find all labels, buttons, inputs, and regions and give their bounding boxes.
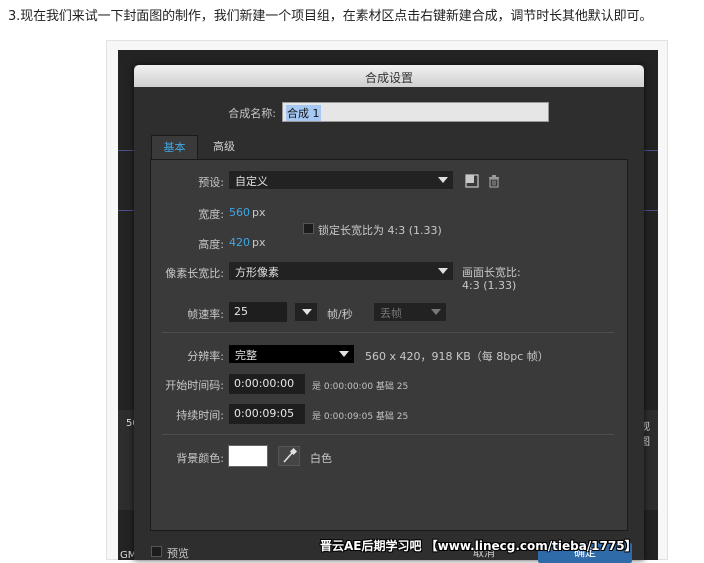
start-timecode-label: 开始时间码: <box>165 379 224 392</box>
fps-dropdown[interactable] <box>295 303 317 321</box>
bg-color-label: 背景颜色: <box>176 452 224 465</box>
dialog-titlebar[interactable]: 合成设置 <box>134 65 644 87</box>
chevron-down-icon <box>302 309 312 315</box>
preview-checkbox[interactable] <box>151 546 162 557</box>
frame-aspect-value: 4:3 (1.33) <box>462 279 517 292</box>
save-preset-icon[interactable] <box>464 173 480 189</box>
section-divider <box>162 434 614 435</box>
watermark-text: 晋云AE后期学习吧 【www.linecg.com/tieba/1775】 <box>320 539 637 553</box>
chevron-down-icon <box>438 268 448 274</box>
chevron-down-icon <box>431 309 441 315</box>
trash-icon[interactable] <box>486 173 502 189</box>
comp-name-input[interactable]: 合成 1 <box>282 102 549 122</box>
preset-label: 预设: <box>198 176 224 189</box>
chevron-down-icon <box>438 177 448 183</box>
tab-advanced[interactable]: 高级 <box>200 135 248 159</box>
eyedropper-button[interactable] <box>278 446 300 466</box>
drop-frame-dropdown: 丢帧 <box>374 303 446 321</box>
height-unit: px <box>252 236 266 249</box>
lock-aspect-label: 锁定长宽比为 4:3 (1.33) <box>318 224 442 237</box>
duration-label: 持续时间: <box>176 409 224 422</box>
width-value[interactable]: 560 <box>229 206 250 219</box>
lock-aspect-checkbox[interactable] <box>303 223 314 234</box>
resolution-dropdown[interactable]: 完整 <box>229 345 354 363</box>
height-value[interactable]: 420 <box>229 236 250 249</box>
frame-aspect-label: 画面长宽比: <box>462 266 521 279</box>
pixel-aspect-dropdown[interactable]: 方形像素 <box>229 262 453 280</box>
width-unit: px <box>252 206 266 219</box>
preset-dropdown[interactable]: 自定义 <box>229 171 453 189</box>
bg-color-name: 白色 <box>310 452 332 465</box>
resolution-info: 560 x 420，918 KB（每 8bpc 帧） <box>365 350 549 363</box>
start-timecode-input[interactable]: 0:00:00:00 <box>229 374 305 394</box>
preset-value: 自定义 <box>235 175 268 188</box>
article-paragraph: 3.现在我们来试一下封面图的制作，我们新建一个项目组，在素材区点击右键新建合成，… <box>8 9 653 24</box>
comp-name-value: 合成 1 <box>286 105 321 121</box>
dialog-title: 合成设置 <box>364 71 413 85</box>
height-label: 高度: <box>198 238 224 251</box>
resolution-label: 分辨率: <box>187 350 224 363</box>
width-label: 宽度: <box>198 208 224 221</box>
start-timecode-value: 0:00:00:00 <box>234 377 295 390</box>
pixel-aspect-label: 像素长宽比: <box>165 267 224 280</box>
eyedropper-icon <box>283 447 298 463</box>
pixel-aspect-value: 方形像素 <box>235 266 279 279</box>
composition-settings-dialog: 合成设置 合成名称: 合成 1 基本 高级 预设: 自定义 宽度: 560 px… <box>134 65 644 563</box>
tab-basic[interactable]: 基本 <box>151 135 198 159</box>
bg-color-swatch[interactable] <box>228 445 268 467</box>
fps-value: 25 <box>234 305 248 318</box>
comp-name-label: 合成名称: <box>228 107 276 120</box>
preview-label: 预览 <box>167 547 189 560</box>
start-timecode-info: 是 0:00:00:00 基础 25 <box>312 382 409 392</box>
duration-input[interactable]: 0:00:09:05 <box>229 404 305 424</box>
section-divider <box>162 332 614 333</box>
duration-info: 是 0:00:09:05 基础 25 <box>312 412 409 422</box>
drop-frame-value: 丢帧 <box>380 307 402 320</box>
resolution-value: 完整 <box>235 349 257 362</box>
fps-input[interactable]: 25 <box>229 302 287 322</box>
chevron-down-icon <box>339 351 349 357</box>
duration-value: 0:00:09:05 <box>234 407 295 420</box>
fps-label: 帧速率: <box>187 308 224 321</box>
fps-unit: 帧/秒 <box>327 308 353 321</box>
